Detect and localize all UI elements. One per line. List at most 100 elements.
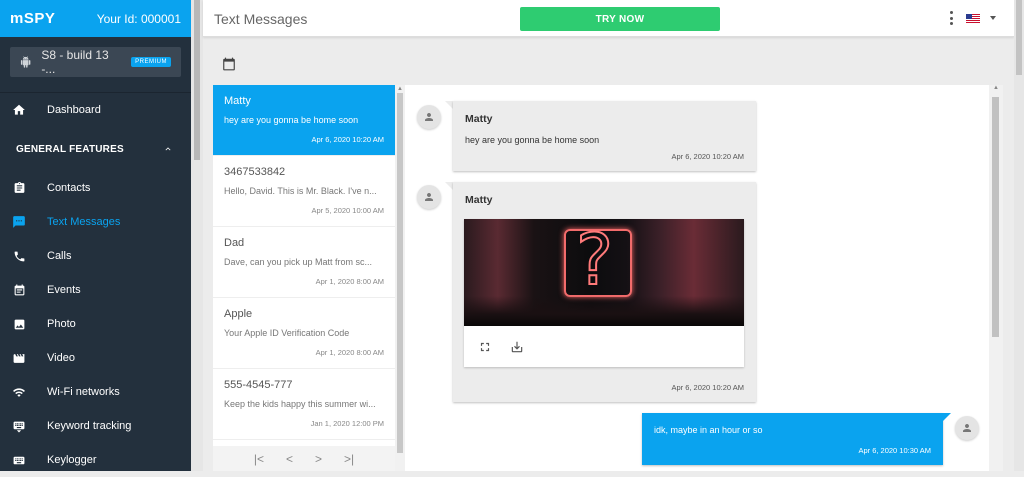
sidebar-item-label: Text Messages — [47, 216, 121, 228]
scroll-up-icon[interactable]: ▲ — [993, 85, 999, 91]
scrollbar-thumb[interactable] — [1016, 0, 1022, 75]
message-bubble: Matty hey are you gonna be home soon Apr… — [453, 101, 756, 171]
user-avatar — [955, 416, 979, 440]
bubble-tail — [445, 182, 453, 190]
last-page-button[interactable]: >| — [344, 452, 354, 466]
conversation-item[interactable]: 555-4545-777 Keep the kids happy this su… — [213, 369, 395, 440]
sidebar-item-label: Keyword tracking — [47, 420, 132, 432]
calendar-filter-icon[interactable] — [222, 57, 236, 71]
conversation-snippet: Keep the kids happy this summer wi... — [224, 399, 376, 409]
first-page-button[interactable]: |< — [254, 452, 264, 466]
conversation-date: Apr 1, 2020 8:00 AM — [315, 348, 384, 357]
contact-avatar — [417, 185, 441, 209]
scroll-up-icon[interactable]: ▲ — [397, 86, 403, 92]
section-label: GENERAL FEATURES — [16, 143, 124, 155]
sidebar-scrollbar[interactable] — [191, 0, 203, 471]
conversation-list-scrollbar[interactable]: ▲ — [395, 85, 405, 471]
scrollbar-thumb[interactable] — [194, 0, 200, 160]
sidebar-item-contacts[interactable]: Contacts — [0, 171, 191, 205]
conversation-item[interactable]: 3467533842 Hello, David. This is Mr. Bla… — [213, 156, 395, 227]
features-nav: Contacts Text Messages Calls Events Phot… — [0, 171, 191, 477]
person-icon — [425, 193, 433, 201]
user-id-label: Your Id: 000001 — [96, 11, 181, 26]
premium-badge: PREMIUM — [131, 57, 171, 67]
chat-panel: Matty hey are you gonna be home soon Apr… — [405, 85, 989, 471]
person-icon — [963, 424, 971, 432]
home-icon — [11, 102, 27, 118]
page-title: Text Messages — [214, 11, 308, 27]
person-icon — [425, 113, 433, 121]
sidebar-item-label: Photo — [47, 318, 76, 330]
sidebar-item-label: Contacts — [47, 182, 91, 194]
attachment-image[interactable]: ? — [464, 219, 744, 326]
bubble-tail — [445, 101, 453, 109]
next-page-button[interactable]: > — [315, 452, 322, 466]
sidebar-item-keyword-tracking[interactable]: Keyword tracking — [0, 409, 191, 443]
video-icon — [11, 350, 27, 366]
sidebar-item-label: Events — [47, 284, 81, 296]
conversation-item[interactable]: Matty hey are you gonna be home soon Apr… — [213, 85, 395, 156]
contact-avatar — [417, 105, 441, 129]
attachment-actions — [464, 326, 744, 367]
conversation-list: Matty hey are you gonna be home soon Apr… — [213, 85, 395, 471]
message-date: Apr 6, 2020 10:20 AM — [671, 383, 744, 392]
conversation-item[interactable]: Apple Your Apple ID Verification Code Ap… — [213, 298, 395, 369]
conversation-snippet: hey are you gonna be home soon — [224, 115, 359, 125]
chat-scrollbar[interactable]: ▲ — [989, 85, 1003, 471]
sidebar-item-label: Wi-Fi networks — [47, 386, 120, 398]
scrollbar-thumb[interactable] — [397, 93, 403, 453]
general-features-toggle[interactable]: GENERAL FEATURES — [0, 127, 191, 171]
message-sender: Matty — [465, 194, 493, 206]
conversation-date: Apr 5, 2020 10:00 AM — [311, 206, 384, 215]
device-selector[interactable]: S8 - build 13 -... PREMIUM — [10, 47, 181, 77]
keyboard-icon — [11, 418, 27, 434]
message-sender: Matty — [465, 113, 493, 125]
conversation-name: 555-4545-777 — [224, 379, 293, 391]
conversation-snippet: Hello, David. This is Mr. Black. I've n.… — [224, 186, 377, 196]
sidebar-item-calls[interactable]: Calls — [0, 239, 191, 273]
page-scrollbar[interactable] — [1014, 0, 1024, 471]
us-flag-icon[interactable] — [966, 14, 980, 23]
sidebar-nav: Dashboard — [0, 93, 191, 127]
sidebar-item-dashboard[interactable]: Dashboard — [0, 93, 191, 127]
scrollbar-thumb[interactable] — [992, 97, 999, 337]
chevron-up-icon — [165, 147, 171, 151]
conversation-name: Matty — [224, 95, 251, 107]
message-text: idk, maybe in an hour or so — [654, 425, 763, 435]
language-dropdown-caret-icon[interactable] — [990, 16, 996, 20]
top-bar: Text Messages TRY NOW — [203, 0, 1014, 37]
sidebar-item-label: Video — [47, 352, 75, 364]
conversation-name: 3467533842 — [224, 166, 286, 178]
message-date: Apr 6, 2020 10:20 AM — [671, 152, 744, 161]
contacts-icon — [11, 180, 27, 196]
try-now-button[interactable]: TRY NOW — [520, 7, 720, 31]
android-icon — [20, 56, 31, 68]
conversation-date: Apr 1, 2020 8:00 AM — [315, 277, 384, 286]
phone-icon — [11, 248, 27, 264]
mspy-logo[interactable]: mSPY — [10, 10, 55, 27]
sidebar-item-wifi[interactable]: Wi-Fi networks — [0, 375, 191, 409]
sidebar-item-label: Dashboard — [47, 104, 101, 116]
neon-question-mark-icon: ? — [575, 219, 614, 301]
bubble-tail — [943, 413, 951, 421]
sidebar-item-keylogger[interactable]: Keylogger — [0, 443, 191, 477]
sidebar-item-photo[interactable]: Photo — [0, 307, 191, 341]
sidebar-item-video[interactable]: Video — [0, 341, 191, 375]
conversation-snippet: Dave, can you pick up Matt from sc... — [224, 257, 373, 267]
wifi-icon — [11, 384, 27, 400]
sidebar-item-text-messages[interactable]: Text Messages — [0, 205, 191, 239]
message-date: Apr 6, 2020 10:30 AM — [858, 446, 931, 455]
fullscreen-icon[interactable] — [478, 340, 492, 354]
more-menu-icon[interactable] — [948, 11, 954, 25]
conversation-name: Dad — [224, 237, 245, 249]
keyboard-icon — [11, 452, 27, 468]
conversation-item[interactable]: Dad Dave, can you pick up Matt from sc..… — [213, 227, 395, 298]
image-floor — [464, 296, 744, 326]
download-icon[interactable] — [510, 340, 524, 354]
sidebar-item-events[interactable]: Events — [0, 273, 191, 307]
calendar-icon — [11, 282, 27, 298]
prev-page-button[interactable]: < — [286, 452, 293, 466]
sidebar-header: mSPY Your Id: 000001 — [0, 0, 191, 37]
sidebar-item-label: Keylogger — [47, 454, 97, 466]
conversation-date: Jan 1, 2020 12:00 PM — [310, 419, 384, 428]
